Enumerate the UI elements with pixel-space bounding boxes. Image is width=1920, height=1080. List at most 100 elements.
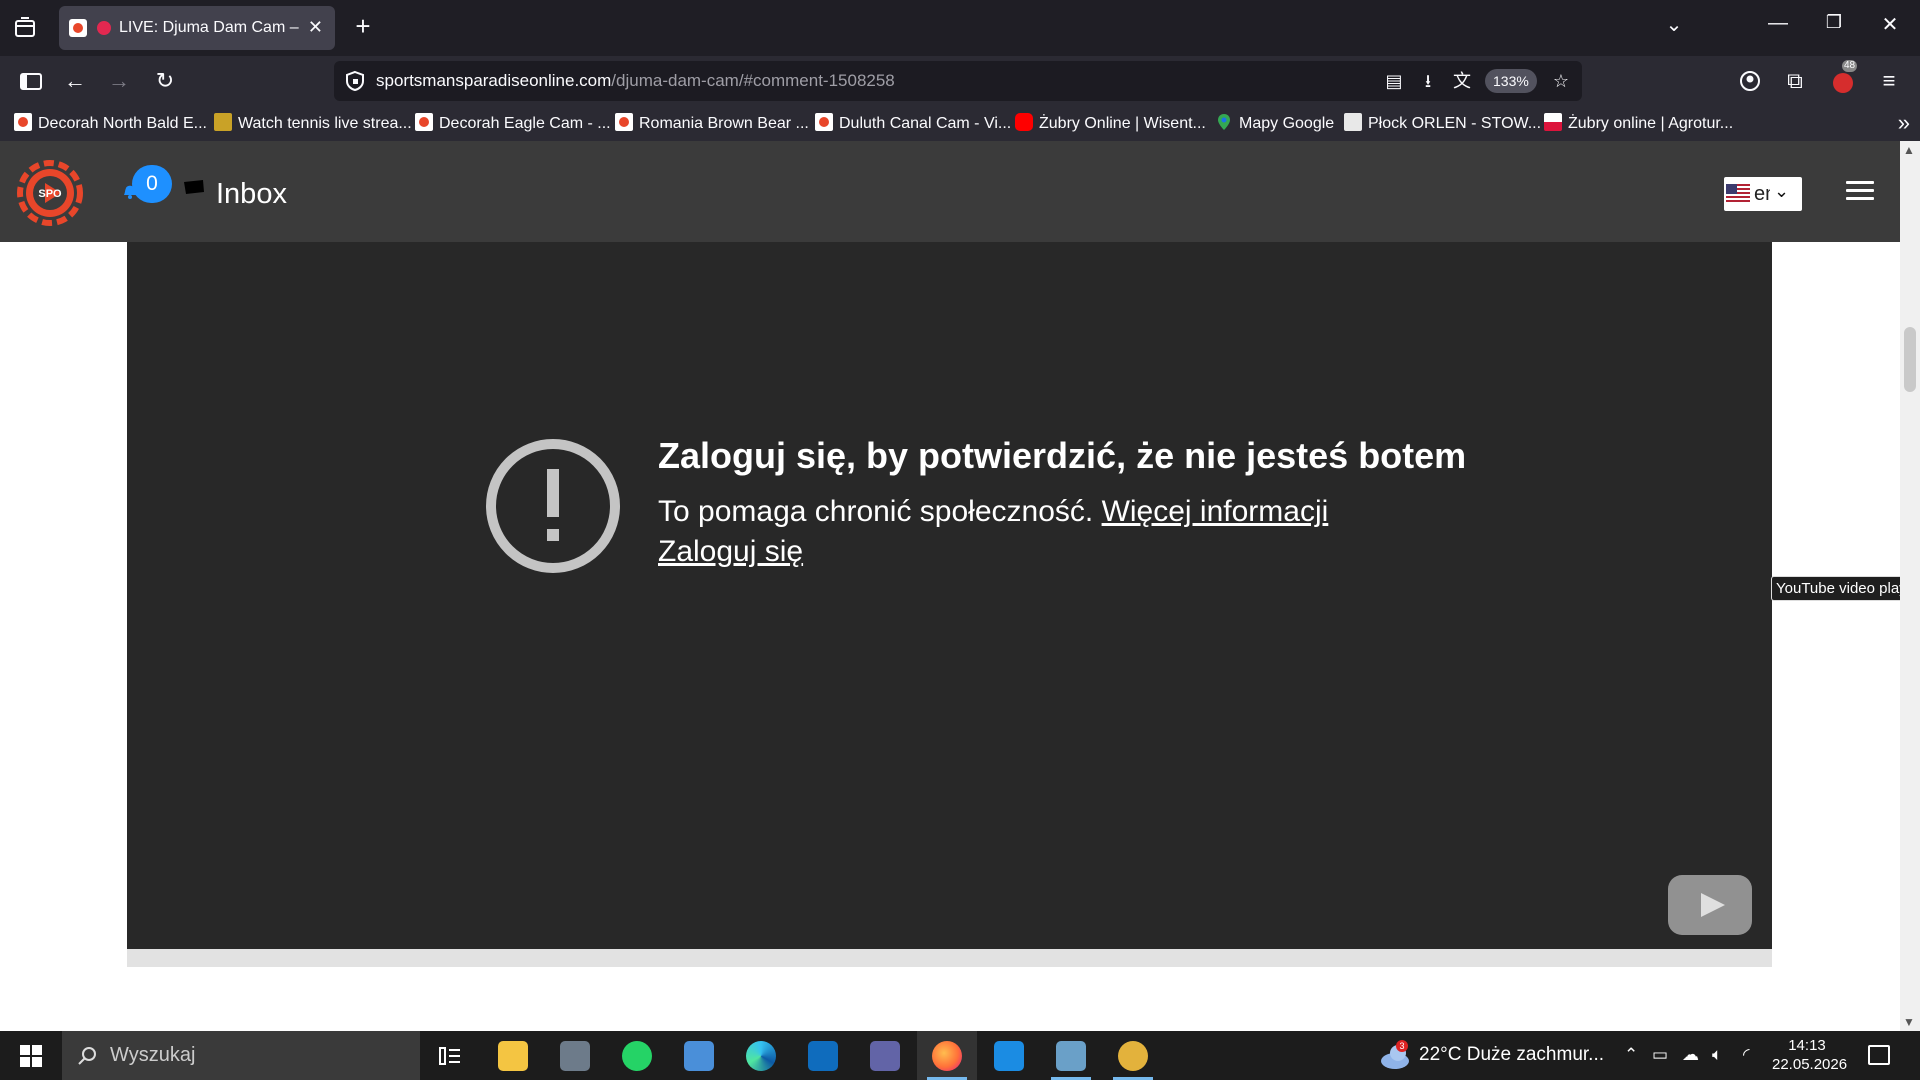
mail-button[interactable] [979, 1031, 1039, 1080]
address-bar[interactable]: sportsmansparadiseonline.com/djuma-dam-c… [334, 61, 1582, 101]
url-path: /djuma-dam-cam/#comment-1508258 [611, 71, 895, 90]
inbox-flag-icon [184, 180, 204, 194]
close-window-icon[interactable]: ✕ [1870, 12, 1910, 37]
onedrive-cloud-icon[interactable]: ☁ [1682, 1045, 1699, 1065]
scroll-up-arrow-icon[interactable]: ▲ [1903, 143, 1915, 157]
bookmark-item[interactable]: Płock ORLEN - STOW... [1344, 113, 1541, 135]
tab-title: LIVE: Djuma Dam Cam – 24/7 [119, 19, 299, 36]
tracking-protection-shield-icon[interactable] [344, 70, 366, 92]
scroll-down-arrow-icon[interactable]: ▼ [1903, 1015, 1915, 1029]
bookmark-item[interactable]: Romania Brown Bear ... [615, 113, 809, 135]
volume-icon[interactable]: 🔈︎ [1712, 1045, 1722, 1065]
page-scrollbar[interactable]: ▲ ▼ [1900, 141, 1920, 1031]
account-icon[interactable] [1735, 66, 1765, 96]
tab-list-icon[interactable] [10, 14, 40, 42]
taskbar-search-box[interactable]: Wyszukaj [62, 1031, 420, 1080]
bookmark-label: Duluth Canal Cam - Vi... [839, 115, 1012, 132]
clock-time: 14:13 [1788, 1037, 1826, 1054]
app-button[interactable] [545, 1031, 605, 1080]
google-maps-favicon-icon [1215, 113, 1233, 131]
extensions-puzzle-icon[interactable]: ⧉ [1780, 66, 1810, 96]
system-clock[interactable]: 14:13 22.05.2026 [1772, 1036, 1848, 1074]
bookmark-label: Mapy Google [1239, 115, 1335, 132]
language-selector[interactable]: en ⌄ [1724, 177, 1802, 211]
active-tab[interactable]: LIVE: Djuma Dam Cam – 24/7 ✕ [59, 6, 335, 50]
bookmark-item[interactable]: Duluth Canal Cam - Vi... [815, 113, 1011, 135]
bookmark-item[interactable]: Decorah Eagle Cam - ... [415, 113, 611, 135]
battery-icon[interactable]: ▭ [1652, 1045, 1668, 1065]
monitor-icon [684, 1041, 714, 1071]
task-view-button[interactable] [420, 1031, 480, 1080]
weather-cloud-icon[interactable]: 3 [1378, 1039, 1412, 1073]
extension-abp-icon[interactable]: 48 [1828, 60, 1858, 96]
whatsapp-button[interactable] [607, 1031, 667, 1080]
url-domain: sportsmansparadiseonline.com [376, 71, 612, 90]
bookmarks-toolbar: Decorah North Bald E... Watch tennis liv… [0, 106, 1920, 141]
edge-button[interactable] [731, 1031, 791, 1080]
spo-favicon-icon [415, 113, 433, 131]
language-code: en [1754, 183, 1770, 205]
photo-app-button[interactable] [1041, 1031, 1101, 1080]
player-bottom-bar [127, 949, 1772, 967]
youtube-play-icon[interactable] [1668, 875, 1752, 935]
file-explorer-button[interactable] [483, 1031, 543, 1080]
browser-app-icon [1118, 1041, 1148, 1071]
more-info-link[interactable]: Więcej informacji [1102, 495, 1329, 528]
bookmark-item[interactable]: Mapy Google [1215, 113, 1334, 135]
notifications-button[interactable]: 0 [120, 165, 176, 209]
login-link[interactable]: Zaloguj się [658, 535, 803, 569]
translate-icon[interactable]: 文 [1450, 69, 1474, 93]
chevron-down-icon: ⌄ [1774, 181, 1790, 201]
show-hidden-icons-chevron-icon[interactable]: ⌃ [1624, 1045, 1638, 1065]
task-view-icon [439, 1047, 460, 1065]
bookmark-label: Decorah Eagle Cam - ... [439, 115, 611, 132]
firefox-button[interactable] [917, 1031, 977, 1080]
windows-taskbar: Wyszukaj 3 22°C Duże zachmur... ⌃ ▭ ☁ 🔈︎… [0, 1031, 1920, 1080]
bookmark-item[interactable]: Żubry online | Agrotur... [1544, 113, 1733, 135]
error-description: To pomaga chronić społeczność. [658, 495, 1094, 528]
minimize-window-icon[interactable]: — [1758, 12, 1798, 35]
youtube-video-player[interactable]: Zaloguj się, by potwierdzić, że nie jest… [127, 242, 1772, 949]
back-arrow-icon[interactable]: ← [60, 66, 90, 96]
reload-icon[interactable]: ↻ [150, 66, 180, 96]
bookmark-item[interactable]: Watch tennis live strea... [214, 113, 412, 135]
extension-badge: 48 [1842, 60, 1858, 72]
poland-flag-favicon-icon [1544, 113, 1562, 131]
bookmark-star-icon[interactable]: ☆ [1549, 69, 1573, 93]
inbox-link[interactable]: Inbox [216, 178, 287, 211]
app-menu-icon[interactable]: ≡ [1874, 66, 1904, 96]
clock-date: 22.05.2026 [1772, 1056, 1848, 1073]
reader-view-icon[interactable]: ▤ [1382, 69, 1406, 93]
download-page-icon[interactable]: ⭳ [1416, 69, 1440, 93]
restore-window-icon[interactable]: ❐ [1814, 12, 1854, 33]
outlook-button[interactable] [793, 1031, 853, 1080]
firefox-icon [932, 1041, 962, 1071]
bookmark-label: Decorah North Bald E... [38, 115, 207, 132]
scrollbar-thumb[interactable] [1904, 327, 1916, 392]
bookmark-item[interactable]: Decorah North Bald E... [14, 113, 207, 135]
list-all-tabs-icon[interactable]: ⌄ [1654, 12, 1694, 37]
photo-app-icon [1056, 1041, 1086, 1071]
forward-arrow-icon[interactable]: → [104, 66, 134, 96]
zoom-level[interactable]: 133% [1485, 69, 1537, 93]
bookmark-item[interactable]: Żubry Online | Wisent... [1015, 113, 1206, 135]
teams-button[interactable] [855, 1031, 915, 1080]
bookmark-label: Romania Brown Bear ... [639, 115, 809, 132]
folder-icon [498, 1041, 528, 1071]
weather-text[interactable]: 22°C Duże zachmur... [1419, 1044, 1604, 1066]
remote-desktop-button[interactable] [669, 1031, 729, 1080]
close-tab-icon[interactable]: ✕ [308, 17, 323, 38]
network-icon[interactable]: ◜ [1743, 1045, 1750, 1065]
url-text: sportsmansparadiseonline.com/djuma-dam-c… [376, 71, 895, 91]
sidebar-toggle-icon[interactable] [16, 66, 46, 96]
windows-start-icon[interactable] [20, 1045, 42, 1067]
youtube-favicon-icon [1015, 113, 1033, 131]
more-bookmarks-chevron-icon[interactable]: » [1898, 110, 1910, 136]
edge-icon [746, 1041, 776, 1071]
new-tab-icon[interactable]: + [348, 11, 378, 41]
browser-app-button[interactable] [1103, 1031, 1163, 1080]
site-menu-hamburger-icon[interactable] [1846, 181, 1874, 203]
spo-logo[interactable]: SPO [8, 151, 92, 235]
notification-center-icon[interactable] [1868, 1045, 1890, 1065]
us-flag-icon [1726, 184, 1750, 204]
